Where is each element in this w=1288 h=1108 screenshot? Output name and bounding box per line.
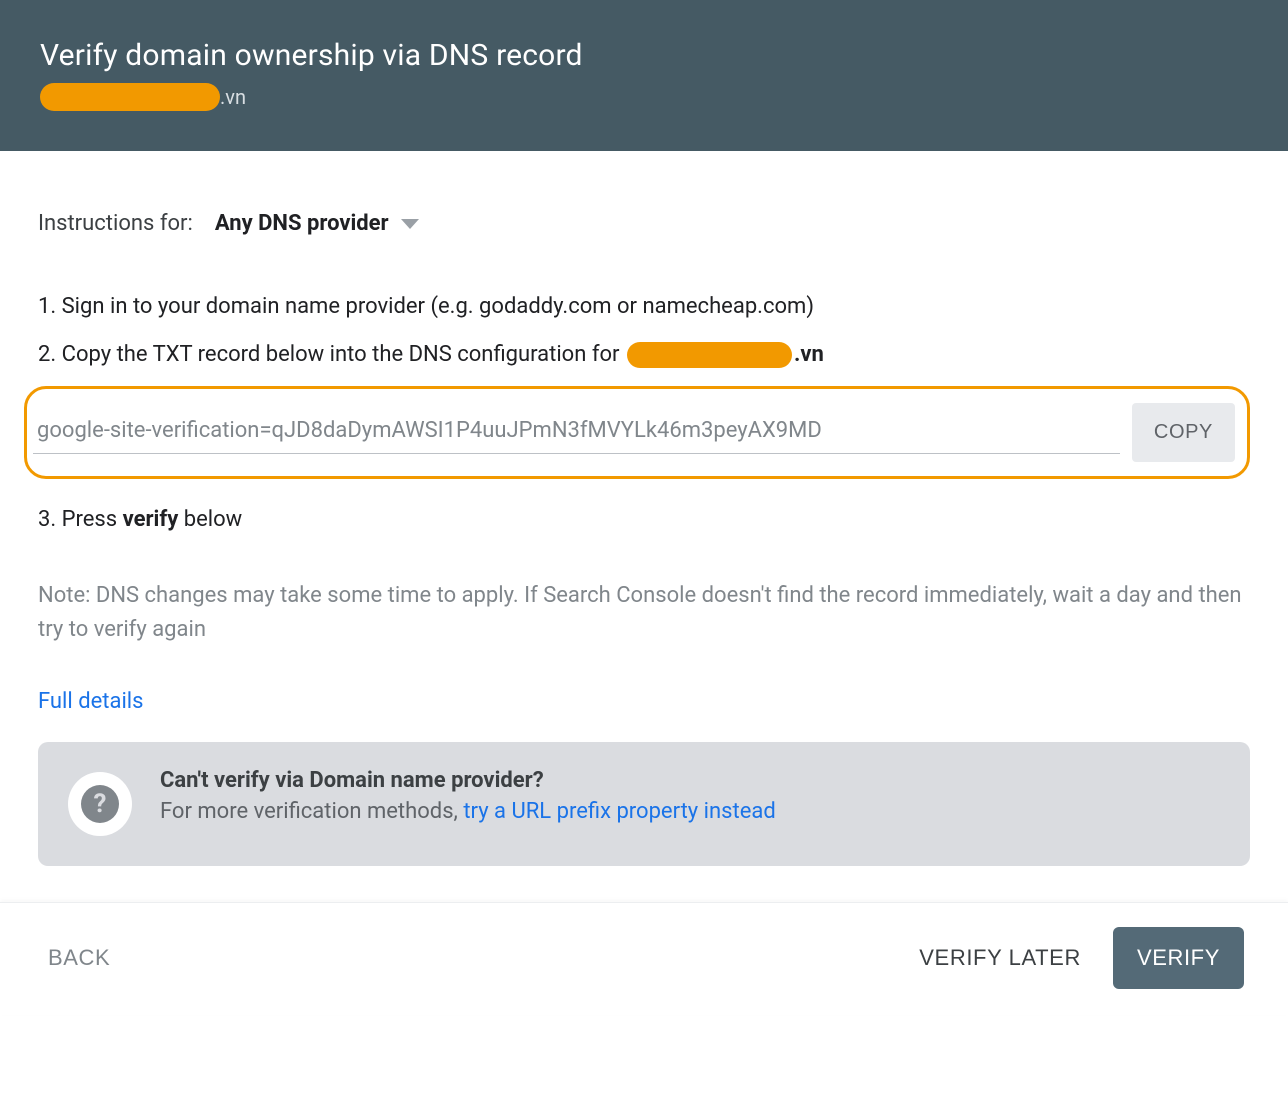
dialog-title: Verify domain ownership via DNS record: [40, 38, 1248, 73]
verify-later-button[interactable]: VERIFY LATER: [915, 935, 1085, 981]
instructions-label: Instructions for:: [38, 211, 193, 236]
domain-display: .vn: [40, 83, 1248, 111]
back-button[interactable]: BACK: [44, 935, 114, 981]
txt-record-value[interactable]: google-site-verification=qJD8daDymAWSI1P…: [33, 412, 1120, 454]
txt-record-box: google-site-verification=qJD8daDymAWSI1P…: [24, 386, 1250, 479]
dialog-header: Verify domain ownership via DNS record .…: [0, 0, 1288, 151]
instruction-steps: 1. Sign in to your domain name provider …: [38, 290, 1250, 537]
step-2-domain-suffix: .vn: [794, 342, 824, 367]
provider-row: Instructions for: Any DNS provider: [38, 211, 1250, 236]
step-3-bold: verify: [123, 507, 179, 532]
step-2-text: 2. Copy the TXT record below into the DN…: [38, 342, 625, 367]
alternate-body: For more verification methods, try a URL…: [160, 799, 776, 824]
step-3-suffix: below: [178, 507, 242, 532]
step-3-prefix: 3. Press: [38, 507, 123, 532]
redacted-domain: [40, 83, 220, 111]
alternate-prefix: For more verification methods,: [160, 799, 463, 824]
dns-provider-value: Any DNS provider: [215, 211, 389, 236]
question-mark-icon: ?: [81, 785, 119, 823]
chevron-down-icon: [401, 219, 419, 229]
step-3: 3. Press verify below: [38, 503, 1250, 537]
full-details-link[interactable]: Full details: [38, 689, 144, 714]
dialog-footer: BACK VERIFY LATER VERIFY: [0, 902, 1288, 1015]
alternate-method-box: ? Can't verify via Domain name provider?…: [38, 742, 1250, 866]
url-prefix-link[interactable]: try a URL prefix property instead: [463, 799, 775, 824]
copy-button[interactable]: COPY: [1132, 403, 1235, 462]
help-icon: ?: [68, 772, 132, 836]
note-text: Note: DNS changes may take some time to …: [38, 579, 1250, 647]
redacted-domain-inline: [627, 342, 792, 368]
dns-provider-select[interactable]: Any DNS provider: [215, 211, 419, 236]
alternate-title: Can't verify via Domain name provider?: [160, 768, 776, 793]
step-1: 1. Sign in to your domain name provider …: [38, 290, 1250, 324]
step-2: 2. Copy the TXT record below into the DN…: [38, 338, 1250, 372]
dialog-content: Instructions for: Any DNS provider 1. Si…: [0, 151, 1288, 902]
alternate-method-text: Can't verify via Domain name provider? F…: [160, 768, 776, 824]
verify-button[interactable]: VERIFY: [1113, 927, 1244, 989]
domain-suffix: .vn: [220, 85, 246, 109]
